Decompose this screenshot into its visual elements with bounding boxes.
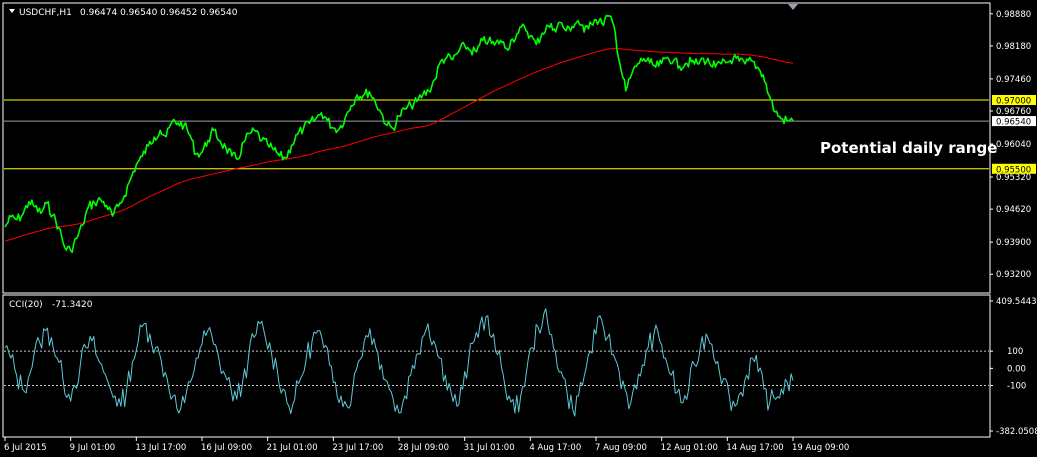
time-tick-label-10: 12 Aug 01:00 <box>661 443 718 453</box>
time-tick-label-7: 31 Jul 01:00 <box>464 443 515 453</box>
level-label-0: 0.97000 <box>996 97 1031 107</box>
cci-tick-label-3: -100 <box>1007 382 1026 392</box>
time-tick-label-6: 28 Jul 09:00 <box>398 443 449 453</box>
time-tick-label-4: 21 Jul 01:00 <box>267 443 318 453</box>
moving-average-series <box>4 47 794 242</box>
time-tick-label-2: 13 Jul 17:00 <box>135 443 186 453</box>
symbol-timeframe: USDCHF,H1 <box>19 8 72 18</box>
price-tick-label-6: 0.94620 <box>996 205 1031 215</box>
chart-window[interactable]: USDCHF,H1 0.96474 0.96540 0.96452 0.9654… <box>0 0 1037 457</box>
cci-line <box>4 308 794 417</box>
indicator-pane-frame <box>2 294 991 438</box>
price-tick-label-1: 0.98180 <box>996 42 1031 52</box>
indicator-value: -71.3420 <box>52 300 93 310</box>
time-tick-label-0: 6 Jul 2015 <box>4 443 47 453</box>
price-tick-label-8: 0.93200 <box>996 270 1031 280</box>
cci-tick-label-0: 409.5443 <box>996 297 1037 307</box>
price-tick-label-2: 0.97460 <box>996 75 1031 85</box>
moving-average-line <box>4 47 794 242</box>
chart-canvas[interactable]: USDCHF,H1 0.96474 0.96540 0.96452 0.9654… <box>0 0 1037 457</box>
time-tick-label-11: 14 Aug 17:00 <box>726 443 783 453</box>
chevron-down-icon[interactable] <box>9 9 15 13</box>
time-tick-label-9: 7 Aug 09:00 <box>595 443 647 453</box>
time-tick-label-5: 23 Jul 17:00 <box>332 443 383 453</box>
cci-tick-label-2: 0.00 <box>1007 364 1026 374</box>
ohlc-values: 0.96474 0.96540 0.96452 0.96540 <box>80 8 238 18</box>
time-tick-label-3: 16 Jul 09:00 <box>201 443 252 453</box>
cci-levels <box>4 350 989 387</box>
price-tick-label-4: 0.96040 <box>996 140 1031 150</box>
time-tick-label-8: 4 Aug 17:00 <box>529 443 581 453</box>
price-line <box>4 14 794 254</box>
annotation-text: Potential daily range <box>820 139 997 157</box>
indicator-name: CCI(20) <box>9 300 43 310</box>
level-label-2: 0.95500 <box>996 165 1031 175</box>
chart-shift-icon[interactable] <box>788 4 798 10</box>
cci-tick-label-4: -382.0508 <box>996 427 1037 437</box>
price-axis: 0.988800.981800.974600.967600.960400.953… <box>990 10 1031 280</box>
time-axis: 6 Jul 2015 9 Jul 01:00 13 Jul 17:00 16 Jul … <box>4 437 849 453</box>
cci-series <box>4 308 794 417</box>
cci-tick-label-1: 100 <box>1007 347 1023 357</box>
price-tick-label-3: 0.96760 <box>996 107 1031 117</box>
time-tick-label-12: 19 Aug 09:00 <box>792 443 849 453</box>
time-tick-label-1: 9 Jul 01:00 <box>70 443 116 453</box>
cci-axis: 409.5443 100 0.00 -100 -382.0508 <box>990 297 1037 437</box>
level-label-1: 0.96540 <box>996 118 1031 128</box>
price-tick-label-0: 0.98880 <box>996 10 1031 20</box>
price-series <box>4 14 794 254</box>
horizontal-levels <box>4 99 989 170</box>
price-tick-label-7: 0.93900 <box>996 238 1031 248</box>
